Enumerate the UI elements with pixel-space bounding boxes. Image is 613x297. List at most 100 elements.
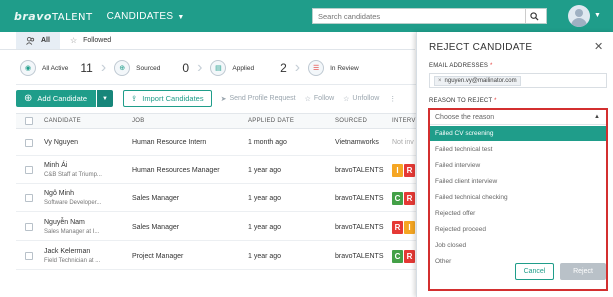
applied-icon: ▤ bbox=[210, 60, 227, 76]
table-row[interactable]: Nguyễn Nam Sales Manager at I... Sales M… bbox=[16, 213, 416, 241]
stat-all-active[interactable]: ◉ All Active 11 bbox=[20, 56, 93, 80]
module-label: CANDIDATES bbox=[106, 10, 174, 22]
avatar[interactable] bbox=[568, 5, 590, 27]
tab-all[interactable]: All bbox=[16, 32, 60, 49]
reason-option[interactable]: Failed interview bbox=[430, 158, 606, 173]
chevron-down-icon[interactable]: ▼ bbox=[594, 12, 601, 19]
applied-date: 1 year ago bbox=[248, 253, 282, 260]
row-checkbox[interactable] bbox=[25, 166, 33, 174]
send-profile-request-button[interactable]: ➤ Send Profile Request bbox=[221, 95, 296, 103]
chevron-up-icon: ▲ bbox=[594, 114, 600, 120]
email-tag: × nguyen.vy@mailinator.com bbox=[434, 76, 521, 86]
column-header[interactable]: SOURCED bbox=[335, 118, 367, 124]
select-all-checkbox[interactable] bbox=[25, 117, 33, 125]
chevron-down-icon: ▼ bbox=[102, 95, 108, 102]
reason-option[interactable]: Failed client interview bbox=[430, 174, 606, 189]
stage-chip[interactable]: C bbox=[392, 250, 403, 263]
stage-chip[interactable]: R bbox=[392, 221, 403, 234]
stat-in-review[interactable]: ☰ In Review bbox=[308, 56, 359, 80]
row-checkbox[interactable] bbox=[25, 139, 33, 147]
stat-applied[interactable]: ▤ Applied 2 bbox=[210, 56, 287, 80]
more-icon[interactable]: ⋮ bbox=[389, 95, 396, 103]
reject-candidate-panel: REJECT CANDIDATE ✕ EMAIL ADDRESSES * × n… bbox=[416, 32, 613, 297]
users-icon bbox=[26, 36, 35, 45]
stage-chip[interactable]: R bbox=[404, 164, 415, 177]
module-selector[interactable]: CANDIDATES ▼ bbox=[107, 11, 185, 22]
stat-count: 11 bbox=[80, 61, 93, 75]
add-candidate-label: Add Candidate bbox=[37, 94, 88, 103]
applied-date: 1 year ago bbox=[248, 195, 282, 202]
reason-option[interactable]: Rejected offer bbox=[430, 206, 606, 221]
source: bravoTALENTS bbox=[335, 167, 384, 174]
chevron-down-icon: ▼ bbox=[177, 13, 185, 21]
row-checkbox[interactable] bbox=[25, 252, 33, 260]
import-candidates-button[interactable]: ⇪ Import Candidates bbox=[123, 90, 212, 107]
column-header[interactable]: CANDIDATE bbox=[44, 118, 81, 124]
applied-date: 1 year ago bbox=[248, 224, 282, 231]
reason-option[interactable]: Job closed bbox=[430, 238, 606, 253]
interview-chips: C R bbox=[392, 192, 416, 205]
row-checkbox[interactable] bbox=[25, 194, 33, 202]
reason-label: REASON TO REJECT * bbox=[429, 98, 497, 104]
reason-option[interactable]: Failed technical checking bbox=[430, 190, 606, 205]
table-row[interactable]: Minh Ái C&B Staff at Triump... Human Res… bbox=[16, 157, 416, 184]
tab-followed-label: Followed bbox=[83, 37, 112, 44]
row-checkbox[interactable] bbox=[25, 223, 33, 231]
send-icon: ➤ bbox=[220, 95, 227, 103]
search-bar bbox=[312, 8, 547, 24]
table-header: CANDIDATE JOB APPLIED DATE SOURCED INTER… bbox=[16, 113, 416, 129]
chevron-right-icon: › bbox=[100, 59, 107, 76]
candidate-name[interactable]: Ngô Minh bbox=[44, 190, 74, 197]
tab-followed[interactable]: ☆ Followed bbox=[60, 32, 121, 49]
reason-option[interactable]: Rejected proceed bbox=[430, 222, 606, 237]
stage-chip[interactable]: R bbox=[404, 250, 415, 263]
job-title: Sales Manager bbox=[132, 224, 180, 231]
filter-tabs: All ☆ Followed bbox=[16, 32, 121, 49]
stat-sourced[interactable]: ⊕ Sourced 0 bbox=[114, 56, 189, 80]
stat-label: Sourced bbox=[136, 64, 161, 72]
reason-option[interactable]: Failed technical test bbox=[430, 142, 606, 157]
candidate-name[interactable]: Minh Ái bbox=[44, 162, 67, 169]
stage-chip[interactable]: I bbox=[392, 164, 403, 177]
stage-chip[interactable]: I bbox=[404, 221, 415, 234]
chevron-right-icon: › bbox=[294, 59, 301, 76]
tab-all-label: All bbox=[41, 37, 50, 44]
logo[interactable]: bravoTALENT bbox=[14, 10, 93, 23]
reason-option[interactable]: Failed CV screening bbox=[430, 126, 606, 141]
candidate-name[interactable]: Jack Kelerman bbox=[44, 248, 90, 255]
source: Vietnamworks bbox=[335, 139, 379, 146]
cancel-button[interactable]: Cancel bbox=[515, 263, 554, 280]
reason-select[interactable]: Choose the reason ▲ bbox=[430, 110, 606, 125]
reject-button[interactable]: Reject bbox=[560, 263, 606, 280]
follow-button[interactable]: ☆ Follow bbox=[305, 95, 335, 103]
search-input[interactable] bbox=[313, 11, 525, 21]
email-value: nguyen.vy@mailinator.com bbox=[444, 78, 517, 84]
add-candidate-button[interactable]: ⊕ Add Candidate bbox=[16, 90, 96, 107]
candidate-name[interactable]: Nguyễn Nam bbox=[44, 219, 85, 226]
stage-chip[interactable]: C bbox=[392, 192, 403, 205]
stage-chip[interactable]: R bbox=[404, 192, 415, 205]
applied-date: 1 month ago bbox=[248, 139, 287, 146]
column-header[interactable]: JOB bbox=[132, 118, 145, 124]
close-icon[interactable]: ✕ bbox=[594, 40, 603, 53]
stat-label: In Review bbox=[330, 64, 359, 72]
star-icon: ☆ bbox=[343, 95, 350, 103]
interview-chips: I R bbox=[392, 164, 416, 177]
job-title: Project Manager bbox=[132, 253, 184, 260]
table-row[interactable]: Vy Nguyen Human Resource Intern 1 month … bbox=[16, 130, 416, 156]
sourced-icon: ⊕ bbox=[114, 60, 131, 76]
column-header[interactable]: APPLIED DATE bbox=[248, 118, 294, 124]
table-row[interactable]: Jack Kelerman Field Technician at ... Pr… bbox=[16, 242, 416, 270]
email-field[interactable]: × nguyen.vy@mailinator.com bbox=[429, 73, 607, 88]
remove-icon[interactable]: × bbox=[438, 78, 442, 84]
stat-label: All Active bbox=[42, 64, 69, 72]
applied-date: 1 year ago bbox=[248, 167, 282, 174]
logo-brand: bravo bbox=[14, 9, 52, 23]
review-icon: ☰ bbox=[308, 60, 325, 76]
table-row[interactable]: Ngô Minh Software Developer... Sales Man… bbox=[16, 185, 416, 212]
candidate-name[interactable]: Vy Nguyen bbox=[44, 139, 78, 146]
unfollow-button[interactable]: ☆ Unfollow bbox=[343, 95, 379, 103]
column-header[interactable]: INTERV bbox=[392, 118, 416, 124]
search-button[interactable] bbox=[525, 9, 543, 23]
add-candidate-menu-button[interactable]: ▼ bbox=[97, 90, 113, 107]
